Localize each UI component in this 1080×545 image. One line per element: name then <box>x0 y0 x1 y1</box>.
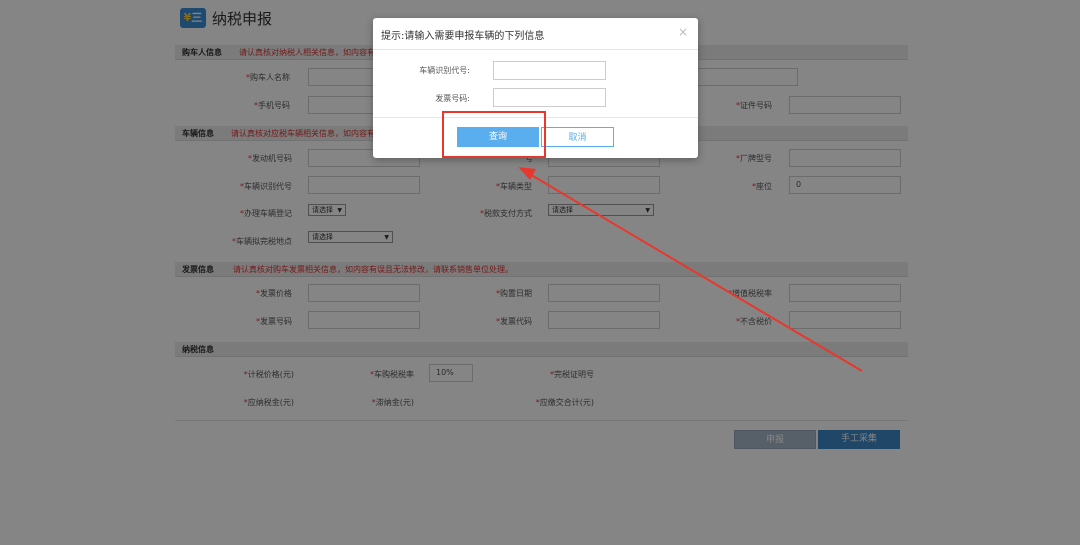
dialog-invoice-no-input[interactable] <box>493 88 606 107</box>
dialog-vin-input[interactable] <box>493 61 606 80</box>
highlight-box <box>442 111 546 158</box>
cancel-button[interactable]: 取消 <box>541 127 614 147</box>
dialog-invoice-no-label: 发票号码: <box>435 94 470 103</box>
close-icon[interactable]: × <box>678 25 688 39</box>
dialog-title: 提示:请输入需要申报车辆的下列信息 <box>381 31 545 42</box>
dialog-header: 提示:请输入需要申报车辆的下列信息 × <box>373 18 698 50</box>
dialog-vin-label: 车辆识别代号: <box>419 66 470 75</box>
